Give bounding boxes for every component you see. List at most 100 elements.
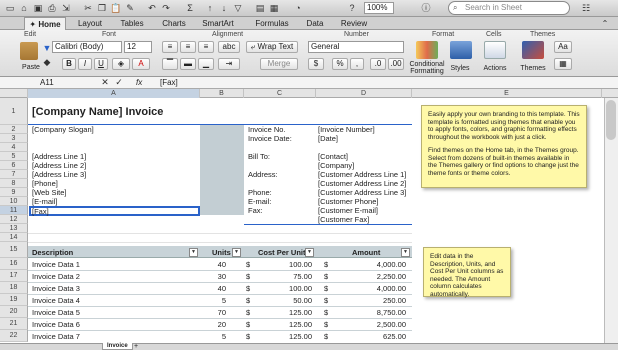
company-value[interactable]: [Company] — [318, 161, 354, 170]
invoice-date-label[interactable]: Invoice Date: — [248, 134, 292, 143]
row-header-22[interactable]: 22 — [0, 330, 28, 342]
row-header-8[interactable]: 8 — [0, 179, 28, 188]
line-item-row[interactable]: Invoice Data 1 40 $ 100.00 $ 4,000.00 — [28, 259, 412, 271]
column-header-b[interactable]: B — [200, 89, 244, 98]
wrap-text-button[interactable]: ⤶ Wrap Text — [246, 41, 298, 53]
percent-button[interactable]: % — [332, 58, 348, 70]
header-amount[interactable]: Amount — [352, 248, 380, 257]
undo-icon[interactable]: ↶ — [146, 2, 158, 14]
line-item-row[interactable]: Invoice Data 5 70 $ 125.00 $ 8,750.00 — [28, 307, 412, 319]
column-header-e[interactable]: E — [412, 89, 602, 98]
line-item-row[interactable]: Invoice Data 3 40 $ 100.00 $ 4,000.00 — [28, 283, 412, 295]
row-header-9[interactable]: 9 — [0, 188, 28, 197]
toolbox-icon[interactable]: ▦ — [268, 2, 280, 14]
header-cost[interactable]: Cost Per Unit — [258, 248, 306, 257]
tab-review[interactable]: Review — [336, 17, 372, 30]
formula-input[interactable]: [Fax] — [160, 77, 178, 88]
comma-button[interactable]: , — [350, 58, 364, 70]
header-units[interactable]: Units — [212, 248, 231, 257]
invoice-date-value[interactable]: [Date] — [318, 134, 338, 143]
autosum-icon[interactable]: Σ — [184, 2, 196, 14]
format-painter-icon[interactable]: ✎ — [124, 2, 136, 14]
address-line-1[interactable]: [Address Line 1] — [32, 152, 86, 161]
number-format-select[interactable]: General — [308, 41, 404, 53]
customer-address-1[interactable]: [Customer Address Line 1] — [318, 170, 406, 179]
customer-address-3[interactable]: [Customer Address Line 3] — [318, 188, 406, 197]
address-line-2[interactable]: [Address Line 2] — [32, 161, 86, 170]
paste-icon[interactable]: 📋 — [110, 2, 122, 14]
help-circle-icon[interactable]: ⓘ — [420, 2, 432, 14]
confirm-formula-icon[interactable]: ✓ — [114, 77, 124, 89]
fx-icon[interactable]: fx — [136, 77, 142, 88]
customer-fax[interactable]: [Customer Fax] — [318, 215, 369, 224]
bill-to-label[interactable]: Bill To: — [248, 152, 270, 161]
email-cell[interactable]: [E-mail] — [32, 197, 57, 206]
line-item-row[interactable]: Invoice Data 7 5 $ 125.00 $ 625.00 — [28, 331, 412, 343]
row-header-1[interactable]: 1 — [0, 98, 28, 125]
conditional-formatting-icon[interactable] — [416, 41, 438, 59]
add-sheet-icon[interactable]: + — [134, 343, 138, 350]
fax-label[interactable]: Fax: — [248, 206, 263, 215]
styles-icon[interactable] — [450, 41, 472, 59]
tab-layout[interactable]: Layout — [70, 17, 110, 30]
row-header-13[interactable]: 13 — [0, 224, 28, 233]
save-icon[interactable]: ▣ — [32, 2, 44, 14]
scroll-thumb[interactable] — [606, 100, 616, 140]
sidebar-icon[interactable]: ☷ — [580, 2, 592, 14]
column-header-c[interactable]: C — [244, 89, 316, 98]
new-icon[interactable]: ▭ — [4, 2, 16, 14]
description-filter-icon[interactable]: ▼ — [189, 248, 198, 257]
currency-button[interactable]: $ — [308, 58, 324, 70]
theme-colors-button[interactable]: ▦ — [554, 58, 572, 70]
company-slogan[interactable]: [Company Slogan] — [32, 125, 94, 134]
row-header-5[interactable]: 5 — [0, 152, 28, 161]
tab-charts[interactable]: Charts — [154, 17, 194, 30]
align-left-button[interactable]: ≡ — [162, 41, 178, 53]
redo-icon[interactable]: ↷ — [160, 2, 172, 14]
actions-icon[interactable] — [484, 41, 506, 59]
themes-icon[interactable] — [522, 41, 544, 59]
header-description[interactable]: Description — [32, 248, 73, 257]
gallery-icon[interactable]: ▤ — [254, 2, 266, 14]
import-icon[interactable]: ⇲ — [60, 2, 72, 14]
filter-icon[interactable]: ▽ — [232, 2, 244, 14]
align-right-button[interactable]: ≡ — [198, 41, 214, 53]
row-header-3[interactable]: 3 — [0, 134, 28, 143]
column-header-d[interactable]: D — [316, 89, 412, 98]
select-all-corner[interactable] — [0, 89, 28, 98]
line-item-row[interactable]: Invoice Data 2 30 $ 75.00 $ 2,250.00 — [28, 271, 412, 283]
italic-button[interactable]: I — [78, 58, 92, 70]
fill-color-button[interactable]: ◈ — [112, 58, 130, 70]
worksheet-grid[interactable]: 1 2 3 4 5 6 7 8 9 10 11 12 13 14 15 16 1… — [0, 98, 618, 350]
fill-icon[interactable]: ▼ — [42, 42, 52, 54]
tab-formulas[interactable]: Formulas — [248, 17, 296, 30]
row-header-17[interactable]: 17 — [0, 270, 28, 282]
row-header-15[interactable]: 15 — [0, 242, 28, 258]
theme-fonts-button[interactable]: Aa — [554, 41, 572, 53]
row-header-18[interactable]: 18 — [0, 282, 28, 294]
address-label[interactable]: Address: — [248, 170, 278, 179]
tab-data[interactable]: Data — [300, 17, 330, 30]
font-name-select[interactable]: Calibri (Body) — [52, 41, 122, 53]
clear-icon[interactable]: ◆ — [42, 56, 52, 68]
row-header-2[interactable]: 2 — [0, 125, 28, 134]
email-label[interactable]: E-mail: — [248, 197, 271, 206]
customer-phone[interactable]: [Customer Phone] — [318, 197, 378, 206]
sort-desc-icon[interactable]: ↓ — [218, 2, 230, 14]
bold-button[interactable]: B — [62, 58, 76, 70]
font-size-select[interactable]: 12 — [124, 41, 152, 53]
amount-filter-icon[interactable]: ▼ — [401, 248, 410, 257]
row-header-10[interactable]: 10 — [0, 197, 28, 206]
row-header-16[interactable]: 16 — [0, 258, 28, 270]
line-item-row[interactable]: Invoice Data 6 20 $ 125.00 $ 2,500.00 — [28, 319, 412, 331]
invoice-title[interactable]: [Company Name] Invoice — [32, 106, 163, 118]
indent-button[interactable]: ⇥ — [218, 58, 240, 70]
decrease-decimal-button[interactable]: .00 — [388, 58, 404, 70]
sort-asc-icon[interactable]: ↑ — [204, 2, 216, 14]
ribbon-collapse-icon[interactable]: ⌃ — [598, 17, 612, 30]
row-header-4[interactable]: 4 — [0, 143, 28, 152]
copy-icon[interactable]: ❐ — [96, 2, 108, 14]
underline-button[interactable]: U — [94, 58, 108, 70]
row-header-7[interactable]: 7 — [0, 170, 28, 179]
tab-home[interactable]: ✦ Home — [24, 17, 66, 30]
